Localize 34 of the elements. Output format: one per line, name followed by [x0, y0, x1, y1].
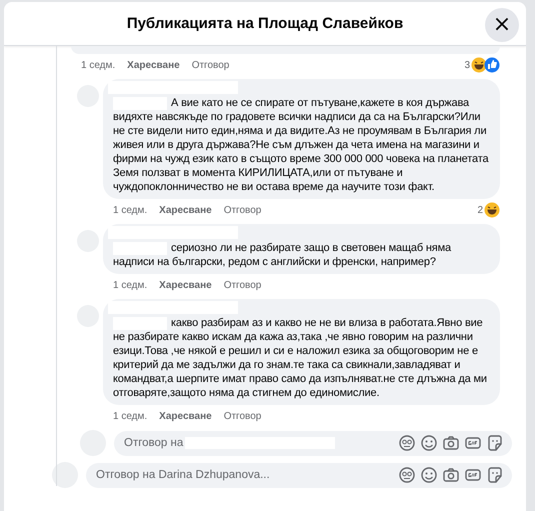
- comment-time[interactable]: 1 седм.: [113, 280, 148, 290]
- comment-time[interactable]: 1 седм.: [113, 410, 148, 422]
- reply-field[interactable]: Отговор на Darina Dzhupanova...: [86, 462, 512, 488]
- dialog-title: Публикацията на Площад Славейков: [126, 15, 404, 32]
- reaction-count[interactable]: 2: [477, 204, 483, 216]
- sticker-face-icon[interactable]: [398, 466, 416, 484]
- laughing-emoji-icon: [471, 57, 487, 73]
- reply-link[interactable]: Отговор: [224, 410, 262, 422]
- sticker-icon[interactable]: [486, 434, 504, 452]
- reply-link[interactable]: Отговор: [224, 204, 262, 216]
- comment-time[interactable]: 1 седм.: [113, 204, 148, 216]
- emoji-icon[interactable]: [420, 466, 438, 484]
- sticker-face-icon[interactable]: [398, 434, 416, 452]
- comment-text: сериозно ли не разбирате защо в световен мащаб няма надписи на български, редом с английски и френски, например?: [113, 241, 452, 269]
- close-button[interactable]: ×: [485, 8, 519, 42]
- comment-text: А вие като не се спирате от пътуване,кажете в коя държава видяхте навсякъде по градовете всички надписи да са на Български?Или не сте видели нито един,няма и да видите.Аз не проумявам в България ли живея или в друга държава?Не съм длъжен да чета имена на магазини и фирми на чужд език като в същото време 300 000 000 човека на планетата Земя ползват в момента КИРИЛИЦАТА,или от пътуване и чуждопоклонничество не ви остава време да научите този факт.: [113, 96, 490, 194]
- placeholder-text: Отговор на: [124, 437, 184, 449]
- like-link[interactable]: Харесване: [127, 60, 180, 70]
- like-link[interactable]: Харесване: [159, 204, 212, 216]
- comment-time[interactable]: 1 седм.: [81, 60, 116, 70]
- reply-field[interactable]: Отговор на: [114, 430, 512, 456]
- camera-icon[interactable]: [442, 466, 460, 484]
- camera-icon[interactable]: [442, 434, 460, 452]
- like-link[interactable]: Харесване: [159, 280, 212, 290]
- emoji-icon[interactable]: [420, 434, 438, 452]
- reaction-count[interactable]: 3: [464, 60, 470, 70]
- like-link[interactable]: Харесване: [159, 410, 212, 422]
- reply-link[interactable]: Отговор: [192, 60, 230, 70]
- laughing-emoji-icon: [484, 202, 500, 218]
- reply-link[interactable]: Отговор: [224, 280, 262, 290]
- thumbs-up-icon: [484, 57, 500, 73]
- sticker-icon[interactable]: [486, 466, 504, 484]
- placeholder-text: Отговор на Darina Dzhupanova...: [96, 469, 270, 481]
- comment-text: какво разбирам аз и какво не не ви влиза в работата.Явно вие не разбирате какво искам да кажа аз,така ,че явно говорим на различни езици.Това ,че някой е решил и си е наложил езика за общоговорим не е критерий да ме задължи да го знам.те така са свикнали,завладяват и командват,а шерпите имат право само да изпълняват.не сте длъжна да ми отговаряте,защото няма да стигнем до единомислие.: [113, 316, 488, 400]
